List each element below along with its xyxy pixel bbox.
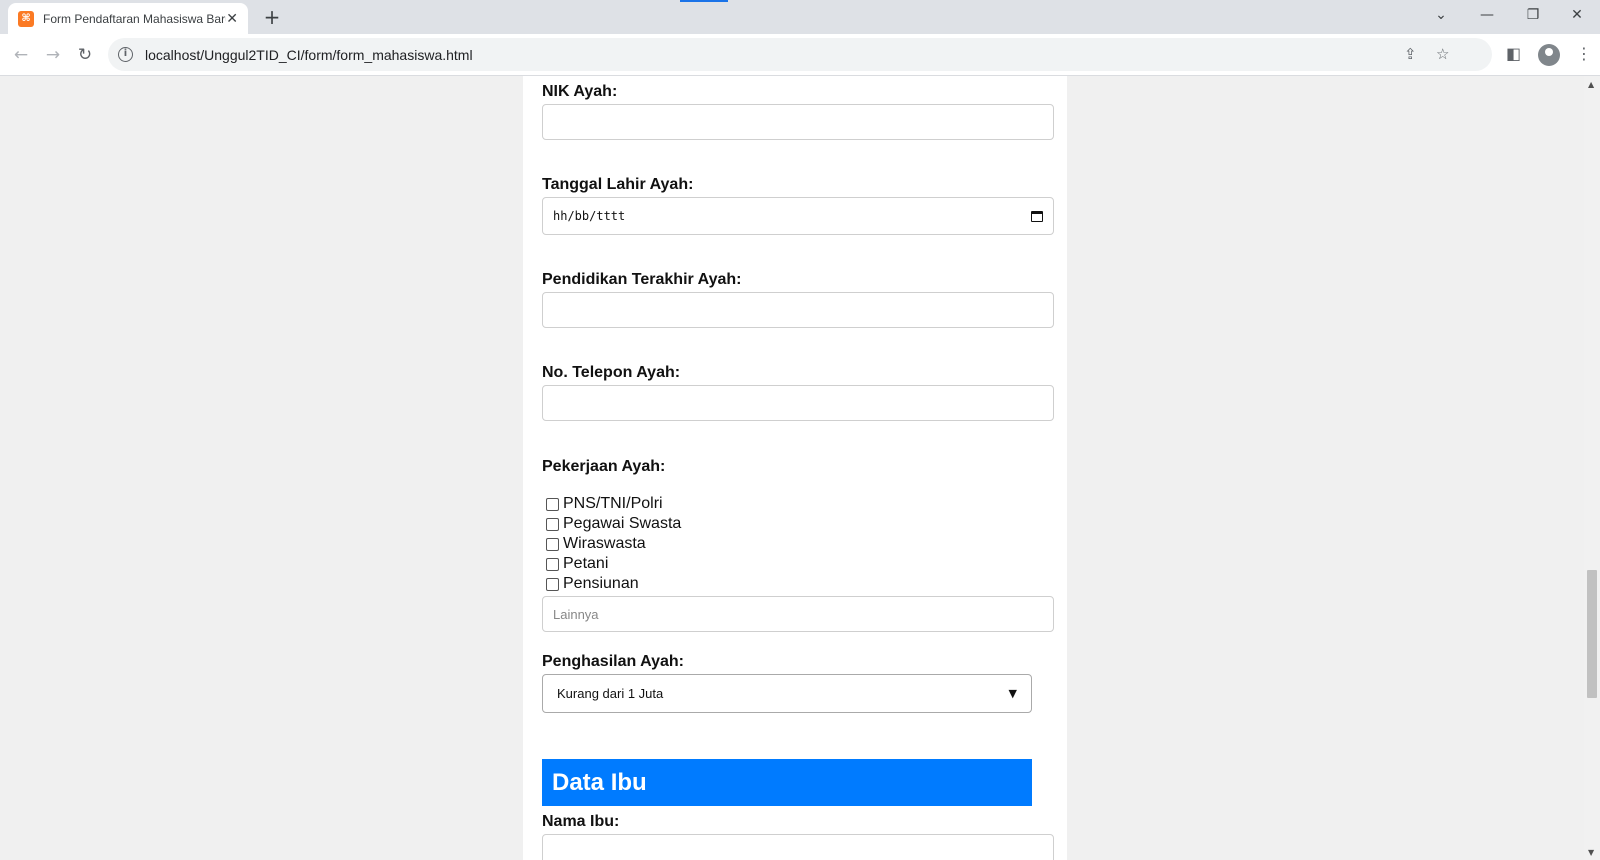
pekerjaan-lainnya-input[interactable]: Lainnya (542, 596, 1054, 632)
pekerjaan-ayah-label: Pekerjaan Ayah: (542, 458, 666, 475)
penghasilan-ayah-label: Penghasilan Ayah: (542, 653, 684, 670)
browser-toolbar: ← → ↻ i localhost/Unggul2TID_CI/form/for… (0, 34, 1600, 76)
pekerjaan-option-wiraswasta[interactable]: Wiraswasta (546, 535, 646, 553)
minimize-button[interactable]: — (1464, 0, 1510, 30)
close-window-button[interactable]: ✕ (1554, 0, 1600, 30)
share-icon[interactable]: ⇪ (1404, 45, 1417, 63)
penghasilan-ayah-select[interactable]: Kurang dari 1 Juta ▼ (542, 674, 1032, 713)
form-card: NIK Ayah: Tanggal Lahir Ayah: hh/bb/tttt… (523, 76, 1067, 860)
scrollbar-thumb[interactable] (1587, 570, 1597, 698)
checkbox[interactable] (546, 497, 559, 511)
reload-button[interactable]: ↻ (73, 43, 97, 67)
tab-search-button[interactable]: ⌄ (1418, 0, 1464, 30)
forward-button[interactable]: → (41, 43, 65, 67)
nama-ibu-input[interactable] (542, 834, 1054, 860)
pekerjaan-option-pns[interactable]: PNS/TNI/Polri (546, 495, 663, 513)
option-label: Pegawai Swasta (563, 515, 682, 532)
new-tab-button[interactable]: + (260, 5, 284, 29)
side-panel-icon[interactable]: ◧ (1506, 44, 1521, 63)
tab-strip: ⌘ Form Pendaftaran Mahasiswa Baru ✕ + ⌄ … (0, 0, 1600, 34)
option-label: Wiraswasta (563, 535, 646, 552)
scroll-down-arrow-icon[interactable]: ▼ (1588, 848, 1594, 857)
scroll-up-arrow-icon[interactable]: ▲ (1588, 80, 1594, 89)
date-placeholder: hh/bb/tttt (553, 209, 626, 223)
chevron-down-icon: ▼ (1008, 687, 1017, 700)
option-label: PNS/TNI/Polri (563, 495, 663, 512)
site-info-icon[interactable]: i (118, 47, 133, 62)
nama-ibu-label: Nama Ibu: (542, 813, 620, 830)
checkbox[interactable] (546, 557, 559, 571)
placeholder-text: Lainnya (553, 606, 599, 622)
xampp-icon: ⌘ (18, 10, 34, 27)
menu-kebab-icon[interactable]: ⋮ (1576, 44, 1592, 63)
vertical-scrollbar[interactable]: ▲ ▼ (1584, 76, 1600, 860)
back-button[interactable]: ← (9, 43, 33, 67)
selected-value: Kurang dari 1 Juta (557, 686, 664, 701)
checkbox[interactable] (546, 517, 559, 531)
loading-indicator (680, 0, 728, 2)
profile-avatar-icon[interactable] (1538, 44, 1560, 66)
option-label: Pensiunan (563, 575, 639, 592)
option-label: Petani (563, 555, 609, 572)
address-bar[interactable]: i localhost/Unggul2TID_CI/form/form_maha… (108, 38, 1492, 71)
calendar-icon[interactable] (1031, 210, 1043, 222)
section-heading-data-ibu: Data Ibu (542, 759, 1032, 806)
nik-ayah-input[interactable] (542, 104, 1054, 140)
restore-button[interactable]: ❐ (1510, 0, 1556, 30)
telepon-ayah-input[interactable] (542, 385, 1054, 421)
pendidikan-ayah-label: Pendidikan Terakhir Ayah: (542, 271, 742, 288)
telepon-ayah-label: No. Telepon Ayah: (542, 364, 681, 381)
bookmark-star-icon[interactable]: ☆ (1436, 45, 1449, 63)
pekerjaan-option-petani[interactable]: Petani (546, 555, 608, 573)
tanggal-lahir-ayah-input[interactable]: hh/bb/tttt (542, 197, 1054, 235)
tanggal-lahir-ayah-label: Tanggal Lahir Ayah: (542, 176, 694, 193)
page-viewport: NIK Ayah: Tanggal Lahir Ayah: hh/bb/tttt… (0, 76, 1584, 860)
url-text[interactable]: localhost/Unggul2TID_CI/form/form_mahasi… (145, 47, 473, 63)
tab-title: Form Pendaftaran Mahasiswa Baru (43, 11, 227, 26)
browser-tab[interactable]: ⌘ Form Pendaftaran Mahasiswa Baru ✕ (8, 3, 248, 34)
nik-ayah-label: NIK Ayah: (542, 83, 618, 100)
pekerjaan-option-swasta[interactable]: Pegawai Swasta (546, 515, 681, 533)
pendidikan-ayah-input[interactable] (542, 292, 1054, 328)
checkbox[interactable] (546, 577, 559, 591)
checkbox[interactable] (546, 537, 559, 551)
pekerjaan-option-pensiunan[interactable]: Pensiunan (546, 575, 639, 593)
close-tab-icon[interactable]: ✕ (226, 11, 238, 27)
